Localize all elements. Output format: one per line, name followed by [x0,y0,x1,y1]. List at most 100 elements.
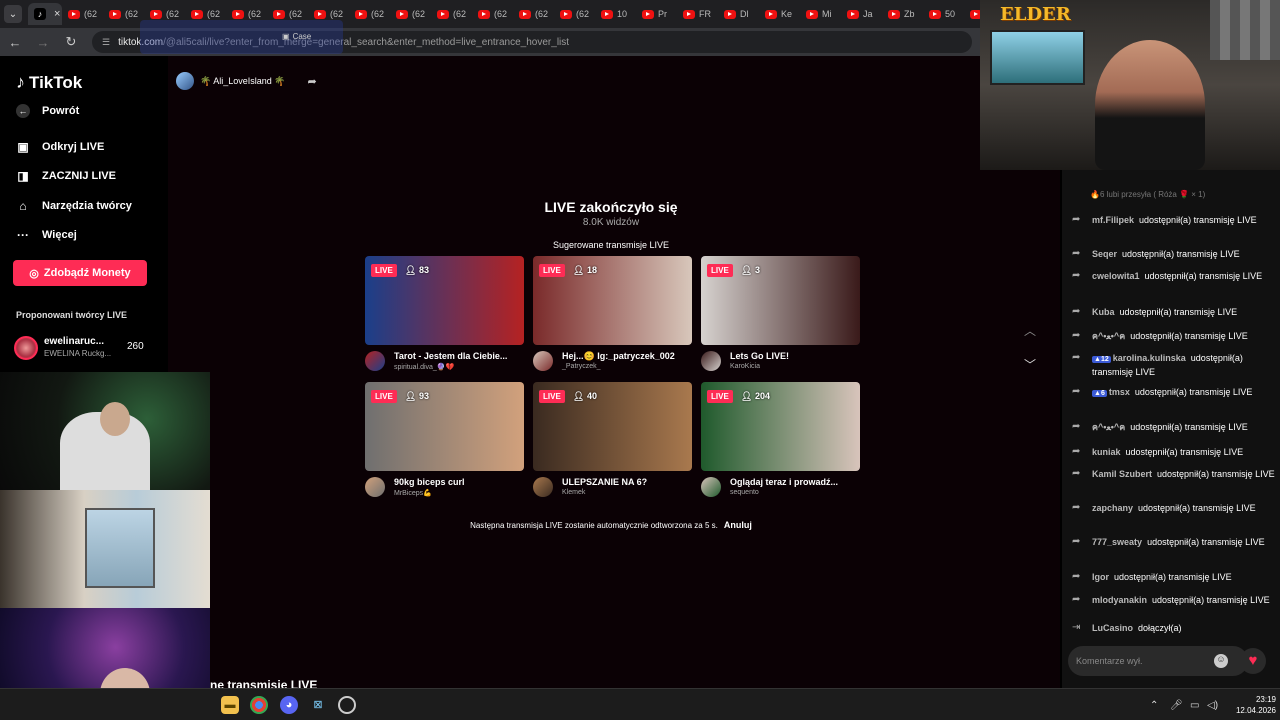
forward-arrow-icon[interactable]: → [36,35,50,50]
chat-username[interactable]: ฅ^•ﻌ•^ฅ [1092,331,1125,341]
sidebar-item-more[interactable]: ··· Więcej [16,228,77,242]
live-username[interactable]: Klemek [562,489,585,496]
browser-tab[interactable]: Mi [800,3,841,25]
avatar[interactable] [533,477,553,497]
site-info-icon[interactable]: ☰ [102,37,110,48]
live-title[interactable]: Lets Go LIVE! [730,351,860,361]
viewer-count: 👤︎ 93 [405,391,429,401]
browser-tab[interactable]: Zb [882,3,923,25]
browser-tab[interactable]: (62 [554,3,595,25]
reload-icon[interactable]: ↻ [64,34,78,50]
browser-tab[interactable]: (62 [349,3,390,25]
live-title[interactable]: 90kg biceps curl [394,477,524,487]
browser-tab[interactable]: Dl [718,3,759,25]
chat-username[interactable]: zapchany [1092,503,1133,513]
sidebar-item-discover-live[interactable]: ▣ Odkryj LIVE [16,140,104,154]
chat-username[interactable]: LuCasino [1092,623,1133,633]
avatar[interactable] [533,351,553,371]
live-thumbnail[interactable]: LIVE 👤︎ 18 [533,256,692,345]
chevron-down-icon[interactable]: ﹀ [1024,356,1036,373]
live-title[interactable]: Oglądaj teraz i prowadź... [730,477,860,487]
chat-username[interactable]: mlodyanakin [1092,595,1147,605]
chat-username[interactable]: 777_sweaty [1092,537,1142,547]
sidebar-item-creator-tools[interactable]: ⌂ Narzędzia twórcy [16,199,132,213]
browser-tab[interactable]: 10 [595,3,636,25]
chat-username[interactable]: mf.Filipek [1092,215,1134,225]
browser-tab[interactable]: (62 [431,3,472,25]
live-username[interactable]: sequento [730,489,759,496]
browser-tab[interactable]: (62 [62,3,103,25]
host-name[interactable]: 🌴 Ali_LoveIsland 🌴 [200,76,285,87]
live-card[interactable]: LIVE 👤︎ 3 Lets Go LIVE! KaroKicia [701,256,861,376]
chat-username[interactable]: cwelowita1 [1092,271,1140,281]
close-tab-icon[interactable]: × [54,8,60,20]
live-title[interactable]: Hej...😊 Ig:_patryczek_002 [562,351,692,362]
live-thumbnail[interactable]: LIVE 👤︎ 93 [365,382,524,471]
browser-tab[interactable]: 50 [923,3,964,25]
browser-tab[interactable]: (62 [103,3,144,25]
browser-tab[interactable]: FR [677,3,718,25]
live-username[interactable]: KaroKicia [730,363,760,370]
browser-tab[interactable]: Pr [636,3,677,25]
chat-username[interactable]: karolina.kulinska [1113,353,1186,363]
host-avatar[interactable] [176,72,194,90]
browser-tab[interactable]: (62 [513,3,554,25]
live-thumbnail[interactable]: LIVE 👤︎ 204 [701,382,860,471]
live-card[interactable]: LIVE 👤︎ 93 90kg biceps curl MrBiceps💪 [365,382,525,502]
emoji-icon[interactable]: ☺ [1214,654,1228,668]
live-card[interactable]: LIVE 👤︎ 83 Tarot - Jestem dla Ciebie... spi… [365,256,525,376]
sidebar-item-start-live[interactable]: ◨ ZACZNIJ LIVE [16,169,116,183]
terminal-icon[interactable]: ⊠ [309,696,327,714]
live-title[interactable]: Tarot - Jestem dla Ciebie... [394,351,524,361]
tray-chevron-icon[interactable]: ⌃ [1150,700,1158,711]
live-username[interactable]: _Patryczek_ [562,363,601,370]
cancel-autoplay-link[interactable]: Anuluj [724,520,752,530]
share-icon[interactable]: ➦ [307,75,316,88]
browser-tab[interactable]: (62 [390,3,431,25]
chat-username[interactable]: Kamil Szubert [1092,469,1152,479]
live-card[interactable]: LIVE 👤︎ 204 Oglądaj teraz i prowadź... sequ… [701,382,861,502]
live-thumbnail[interactable]: LIVE 👤︎ 83 [365,256,524,345]
speaker-icon[interactable]: ◁) [1207,700,1218,711]
chat-username[interactable]: Kuba [1092,307,1115,317]
host-info[interactable]: 🌴 Ali_LoveIsland 🌴 ➦ [176,72,317,90]
get-coins-button[interactable]: ◎ Zdobądź Monety [13,260,147,286]
chrome-icon[interactable] [250,696,268,714]
obs-icon[interactable] [338,696,356,714]
avatar[interactable] [365,351,385,371]
live-thumbnail[interactable]: LIVE 👤︎ 3 [701,256,860,345]
browser-tab[interactable]: ♪ × [28,3,62,25]
browser-tab[interactable]: (62 [472,3,513,25]
suggested-creator-item[interactable]: ewelinaruc... EWELINA Ruckg... 260 [14,334,164,362]
chat-username[interactable]: Seqer [1092,249,1117,259]
microphone-icon[interactable]: 🎤︎ [1170,700,1183,711]
live-title[interactable]: ULEPSZANIE NA 6? [562,477,692,487]
chat-username[interactable]: ฅ^•ﻌ•^ฅ [1092,422,1125,432]
discord-icon[interactable]: ◕ [280,696,298,714]
tab-search-button[interactable]: ⌄ [4,5,22,23]
file-explorer-icon[interactable]: ▬ [221,696,239,714]
chat-username[interactable]: tmsx [1109,387,1130,397]
live-card[interactable]: LIVE 👤︎ 40 ULEPSZANIE NA 6? Klemek [533,382,693,502]
live-username[interactable]: spiritual.diva_🔮💔 [394,363,454,371]
suggested-creators-heading: Proponowani twórcy LIVE [16,310,128,320]
back-arrow-icon[interactable]: ← [8,35,22,50]
live-thumbnail[interactable]: LIVE 👤︎ 40 [533,382,692,471]
heart-like-button[interactable]: ♥ [1240,648,1266,674]
chat-username[interactable]: kuniak [1092,447,1121,457]
browser-tab[interactable]: Ja [841,3,882,25]
chat-username[interactable]: Igor [1092,572,1109,582]
chat-message: ➦ mf.Filipek udostępnił(a) transmisję LIV… [1072,214,1277,226]
live-username[interactable]: MrBiceps💪 [394,489,432,497]
avatar[interactable] [701,351,721,371]
avatar[interactable] [701,477,721,497]
chat-text: udostępnił(a) transmisję LIVE [1134,387,1253,397]
back-link[interactable]: ← Powrót [16,104,79,118]
live-card[interactable]: LIVE 👤︎ 18 Hej...😊 Ig:_patryczek_002 _Patry… [533,256,693,376]
chevron-up-icon[interactable]: ︿ [1024,322,1036,339]
tiktok-logo[interactable]: ♪ TikTok [16,72,82,93]
browser-tab[interactable]: Ke [759,3,800,25]
avatar[interactable] [365,477,385,497]
system-clock[interactable]: 23:19 12.04.2026 [1222,694,1276,716]
network-icon[interactable]: ▭ [1190,700,1199,711]
